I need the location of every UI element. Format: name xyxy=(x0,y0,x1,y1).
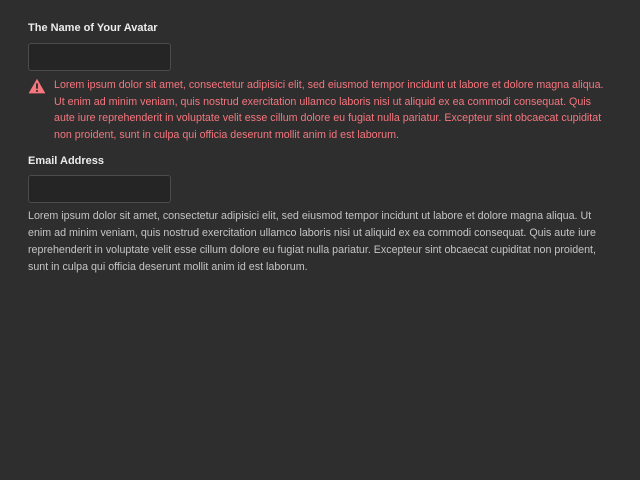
avatar-name-error-text: Lorem ipsum dolor sit amet, consectetur … xyxy=(54,79,604,141)
warning-icon xyxy=(28,78,46,94)
avatar-name-label: The Name of Your Avatar xyxy=(28,22,158,34)
avatar-name-error: Lorem ipsum dolor sit amet, consectetur … xyxy=(28,77,614,143)
email-address-label: Email Address xyxy=(28,155,105,167)
email-address-help-text: Lorem ipsum dolor sit amet, consectetur … xyxy=(28,210,596,273)
email-address-input[interactable] xyxy=(28,175,171,203)
avatar-name-input[interactable] xyxy=(28,43,171,71)
